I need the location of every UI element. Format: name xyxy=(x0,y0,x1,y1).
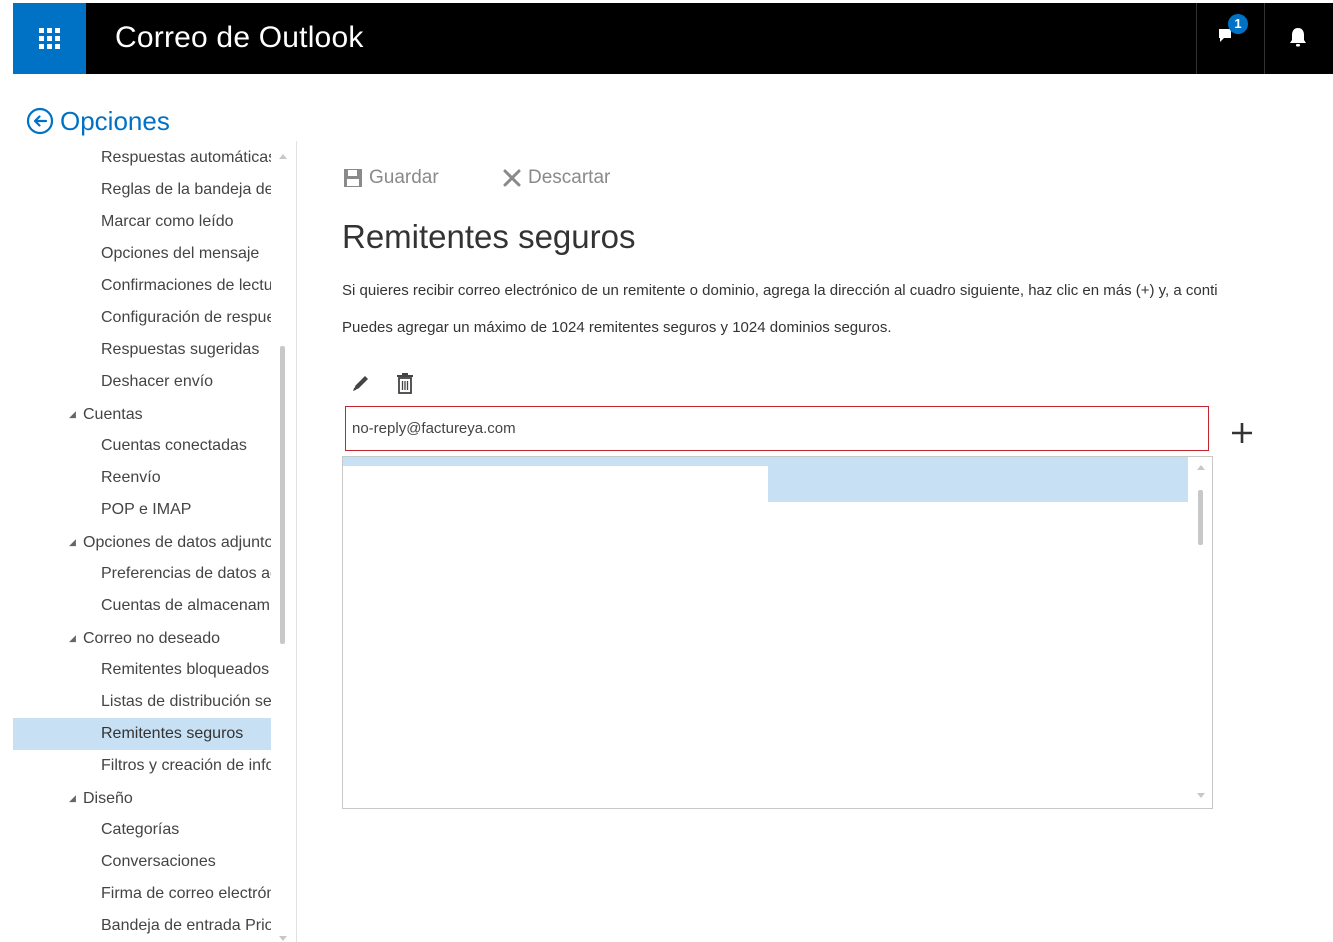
nav-item[interactable]: Configuración de respuesta xyxy=(13,302,271,334)
nav-item[interactable]: Conversaciones xyxy=(13,846,271,878)
discard-label: Descartar xyxy=(528,167,611,188)
scroll-up-arrow[interactable] xyxy=(1197,465,1205,470)
app-title: Correo de Outlook xyxy=(115,21,364,54)
nav-item[interactable]: Marcar como leído xyxy=(13,206,271,238)
nav-item[interactable]: Opciones del mensaje xyxy=(13,238,271,270)
nav-item-label: Cuentas de almacenamiento xyxy=(101,597,271,614)
nav-item-label: Opciones del mensaje xyxy=(101,245,260,262)
scroll-down-arrow[interactable] xyxy=(1197,793,1205,798)
nav-item[interactable]: Bandeja de entrada Prioritarios xyxy=(13,910,271,942)
nav-item-label: Firma de correo electrónico xyxy=(101,885,271,902)
nav-item[interactable]: Reenvío xyxy=(13,462,271,494)
nav-item[interactable]: Categorías xyxy=(13,814,271,846)
nav-item-label: Configuración de respuesta xyxy=(101,309,271,326)
options-title: Opciones xyxy=(60,105,170,136)
nav-item[interactable]: POP e IMAP xyxy=(13,494,271,526)
nav-item-label: Bandeja de entrada Prioritarios xyxy=(101,917,271,934)
options-nav: Respuestas automáticas Reglas de la bande… xyxy=(13,141,297,942)
nav-item-label: Respuestas automáticas xyxy=(101,149,271,166)
scroll-thumb[interactable] xyxy=(280,346,285,644)
nav-item-label: Conversaciones xyxy=(101,853,216,870)
scroll-thumb[interactable] xyxy=(1198,490,1203,545)
collapse-triangle-icon: ◢ xyxy=(69,537,76,547)
discard-button[interactable]: Descartar xyxy=(502,164,610,192)
scroll-up-arrow[interactable] xyxy=(279,154,287,159)
nav-item[interactable]: Deshacer envío xyxy=(13,366,271,398)
nav-item[interactable]: Respuestas automáticas xyxy=(13,142,271,174)
save-label: Guardar xyxy=(369,167,439,188)
nav-item-label: Reenvío xyxy=(101,469,161,486)
nav-item[interactable]: Confirmaciones de lectura xyxy=(13,270,271,302)
app-launcher-icon xyxy=(39,28,60,49)
safe-senders-list[interactable] xyxy=(342,456,1213,809)
nav-item[interactable]: Firma de correo electrónico xyxy=(13,878,271,910)
nav-section[interactable]: ◢ Diseño xyxy=(13,782,271,814)
collapse-triangle-icon: ◢ xyxy=(69,633,76,643)
nav-item-label: Cuentas conectadas xyxy=(101,437,247,454)
save-icon xyxy=(344,169,362,187)
list-scrollbar[interactable] xyxy=(1191,457,1211,808)
nav-item-label: Marcar como leído xyxy=(101,213,234,230)
nav-item-label: Opciones de datos adjuntos xyxy=(83,534,271,551)
nav-section[interactable]: ◢ Cuentas xyxy=(13,398,271,430)
nav-item-label: Deshacer envío xyxy=(101,373,214,390)
nav-scrollbar[interactable] xyxy=(275,141,289,942)
nav-item[interactable]: Remitentes seguros xyxy=(13,718,271,750)
nav-item-label: Remitentes bloqueados xyxy=(101,661,270,678)
close-icon xyxy=(503,169,521,187)
scroll-down-arrow[interactable] xyxy=(279,936,287,941)
page-title: Remitentes seguros xyxy=(342,218,636,255)
save-button[interactable]: Guardar xyxy=(343,164,439,192)
plus-icon[interactable] xyxy=(1229,420,1255,446)
options-header[interactable]: Opciones xyxy=(26,103,170,139)
nav-item-label: Remitentes seguros xyxy=(101,725,244,742)
top-bar: Correo de Outlook xyxy=(13,3,1333,74)
nav-item-label: Diseño xyxy=(83,790,133,807)
nav-item-label: Cuentas xyxy=(83,406,143,423)
nav-item[interactable]: Cuentas de almacenamiento xyxy=(13,590,271,622)
nav-item-label: Reglas de la bandeja de entrada xyxy=(101,181,271,198)
nav-item-label: Correo no deseado xyxy=(83,630,220,647)
collapse-triangle-icon: ◢ xyxy=(69,793,76,803)
nav-item[interactable]: Reglas de la bandeja de entrada xyxy=(13,174,271,206)
nav-item-label: POP e IMAP xyxy=(101,501,192,518)
description-text: Si quieres recibir correo electrónico de… xyxy=(342,282,1218,299)
nav-item[interactable]: Listas de distribución seguras xyxy=(13,686,271,718)
notification-badge: 1 xyxy=(1228,14,1248,34)
sender-email-input[interactable] xyxy=(345,406,1209,451)
nav-item[interactable]: Cuentas conectadas xyxy=(13,430,271,462)
nav-item-label: Listas de distribución seguras xyxy=(101,693,271,710)
nav-section[interactable]: ◢ Opciones de datos adjuntos xyxy=(13,526,271,558)
limit-text: Puedes agregar un máximo de 1024 remiten… xyxy=(342,319,892,336)
back-arrow-icon[interactable] xyxy=(26,107,54,135)
list-item[interactable] xyxy=(343,466,768,502)
nav-item-label: Respuestas sugeridas xyxy=(101,341,260,358)
nav-item[interactable]: Remitentes bloqueados xyxy=(13,654,271,686)
nav-item-label: Preferencias de datos adjuntos xyxy=(101,565,271,582)
nav-item-label: Categorías xyxy=(101,821,180,838)
nav-item[interactable]: Filtros y creación de informes xyxy=(13,750,271,782)
pencil-icon[interactable] xyxy=(350,372,372,394)
nav-item-label: Confirmaciones de lectura xyxy=(101,277,271,294)
nav-item-label: Filtros y creación de informes xyxy=(101,757,271,774)
nav-section[interactable]: ◢ Correo no deseado xyxy=(13,622,271,654)
nav-item[interactable]: Preferencias de datos adjuntos xyxy=(13,558,271,590)
trash-icon[interactable] xyxy=(396,372,414,394)
nav-item[interactable]: Respuestas sugeridas xyxy=(13,334,271,366)
app-launcher-button[interactable] xyxy=(13,3,86,74)
bell-icon xyxy=(1290,28,1306,47)
collapse-triangle-icon: ◢ xyxy=(69,409,76,419)
